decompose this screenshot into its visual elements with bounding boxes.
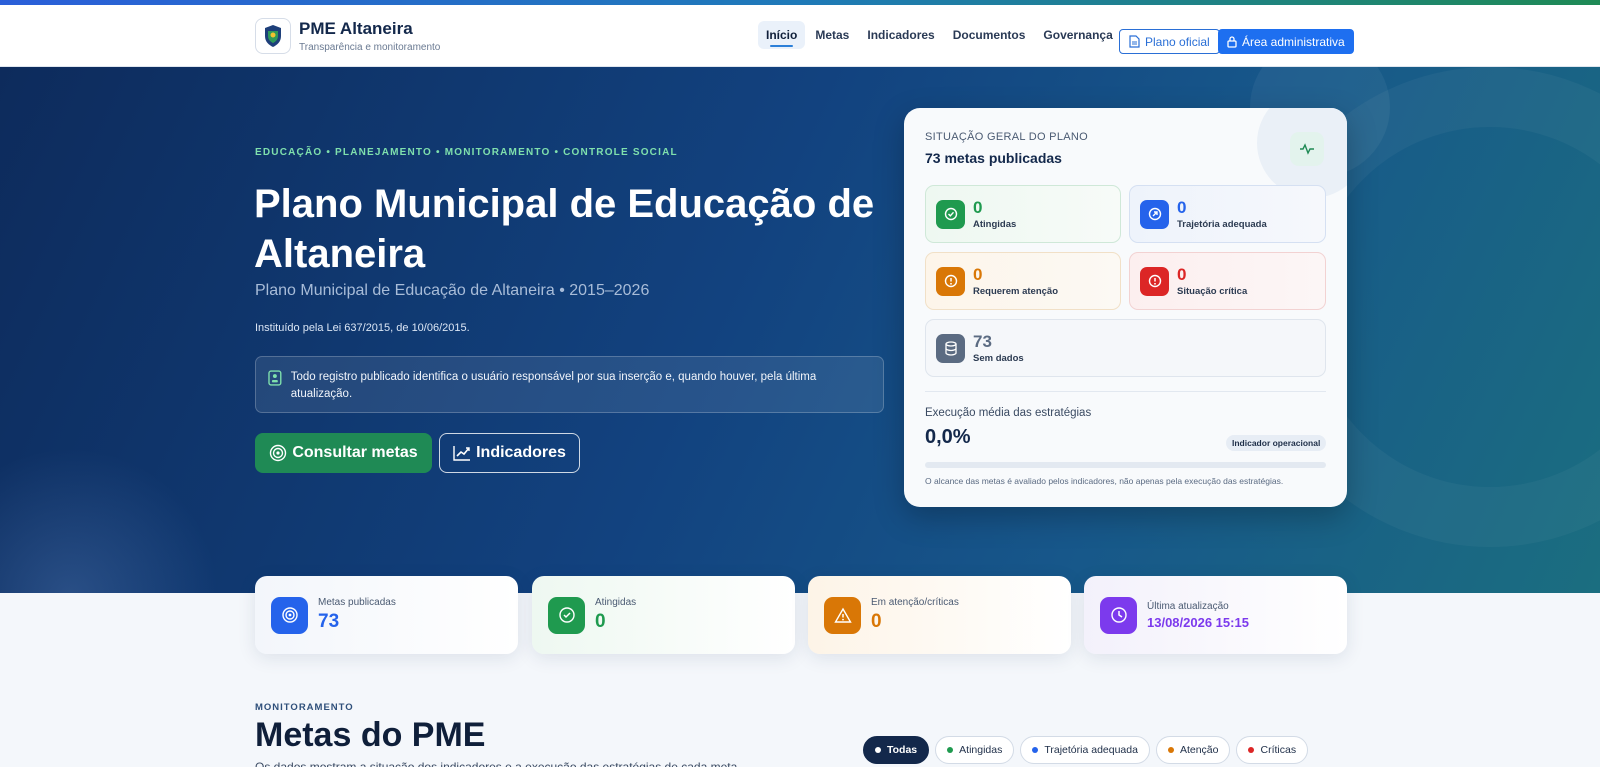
warning-triangle-icon	[824, 596, 861, 634]
check-circle-icon	[548, 596, 585, 634]
status-filter-group: Todas Atingidas Trajetória adequada Aten…	[863, 736, 1314, 764]
municipal-crest-logo	[255, 18, 291, 54]
nav-inicio[interactable]: Início	[758, 21, 806, 49]
alert-circle-icon	[936, 266, 965, 296]
id-badge-icon	[268, 370, 282, 386]
section-eyebrow: MONITORAMENTO	[255, 702, 354, 713]
summary-atingidas: Atingidas 0	[532, 576, 795, 654]
trend-chart-icon	[453, 446, 471, 461]
summary-value: 0	[871, 611, 882, 632]
tile-label: Trajetória adequada	[1177, 219, 1267, 230]
filter-label: Atenção	[1179, 744, 1219, 756]
hero-section: EDUCAÇÃO • PLANEJAMENTO • MONITORAMENTO …	[0, 67, 1600, 593]
filter-todas[interactable]: Todas	[863, 736, 930, 764]
execution-note: O alcance das metas é avaliado pelos ind…	[925, 476, 1284, 486]
execution-label: Execução média das estratégias	[925, 407, 1092, 419]
filter-dot	[875, 747, 881, 753]
summary-label: Última atualização	[1147, 600, 1229, 612]
tile-label: Atingidas	[973, 219, 1017, 230]
alert-octagon-icon	[1140, 266, 1169, 296]
summary-atencao-criticas: Em atenção/críticas 0	[808, 576, 1071, 654]
filter-atingidas[interactable]: Atingidas	[935, 736, 1015, 764]
tile-atencao: 0 Requerem atenção	[925, 252, 1121, 310]
filter-criticas[interactable]: Críticas	[1236, 736, 1309, 764]
filter-trajetoria-adequada[interactable]: Trajetória adequada	[1020, 736, 1150, 764]
plano-oficial-label: Plano oficial	[1145, 34, 1210, 49]
tile-value: 0	[1177, 265, 1187, 284]
summary-ultima-atualizacao: Última atualização 13/08/2026 15:15	[1084, 576, 1347, 654]
summary-value: 73	[318, 611, 340, 632]
filter-dot	[1248, 747, 1255, 753]
filter-dot	[947, 747, 954, 753]
check-circle-icon	[936, 199, 965, 229]
filter-atencao[interactable]: Atenção	[1155, 736, 1231, 764]
tile-critica: 0 Situação crítica	[1129, 252, 1326, 310]
brand[interactable]: PME Altaneira Transparência e monitorame…	[255, 18, 440, 54]
target-icon	[270, 444, 287, 462]
filter-dot	[1032, 747, 1039, 753]
nav-governanca[interactable]: Governança	[1035, 21, 1120, 49]
lock-icon	[1227, 36, 1237, 48]
database-icon	[936, 333, 965, 363]
filter-label: Atingidas	[959, 744, 1003, 756]
notice-text: Todo registro publicado identifica o usu…	[290, 371, 817, 400]
section-description: Os dados mostram a situação dos indicado…	[255, 760, 741, 767]
filter-label: Críticas	[1260, 744, 1297, 756]
tile-trajetoria: 0 Trajetória adequada	[1129, 185, 1326, 243]
filter-label: Trajetória adequada	[1044, 744, 1138, 756]
nav-indicadores[interactable]: Indicadores	[859, 21, 942, 49]
indicadores-button[interactable]: Indicadores	[439, 433, 580, 473]
target-icon	[271, 596, 308, 634]
pulse-icon	[1290, 132, 1324, 166]
consultar-metas-button[interactable]: Consultar metas	[255, 433, 432, 473]
tile-label: Situação crítica	[1177, 286, 1248, 297]
hero-glow-decoration	[0, 447, 220, 593]
summary-label: Em atenção/críticas	[871, 597, 959, 608]
indicadores-label: Indicadores	[476, 444, 566, 461]
plano-oficial-button[interactable]: Plano oficial	[1119, 29, 1220, 54]
summary-value: 0	[595, 611, 606, 632]
consultar-metas-label: Consultar metas	[292, 444, 418, 461]
site-header: PME Altaneira Transparência e monitorame…	[0, 5, 1600, 67]
brand-name: PME Altaneira	[299, 18, 413, 38]
hero-subtitle: Plano Municipal de Educação de Altaneira…	[255, 282, 650, 299]
tile-label: Sem dados	[973, 353, 1024, 364]
main-nav: Início Metas Indicadores Documentos Gove…	[758, 21, 1123, 49]
filter-dot	[1167, 747, 1174, 753]
tile-value: 0	[1177, 198, 1187, 217]
area-administrativa-label: Área administrativa	[1242, 34, 1345, 49]
tile-value: 73	[973, 332, 992, 351]
operational-indicator-badge: Indicador operacional	[1226, 435, 1327, 451]
tile-sem-dados: 73 Sem dados	[925, 319, 1326, 377]
filter-label: Todas	[887, 744, 918, 756]
hero-title: Plano Municipal de Educação de Altaneira	[254, 182, 875, 276]
card-divider	[925, 391, 1326, 392]
execution-value: 0,0%	[925, 426, 971, 448]
execution-progress-bar	[925, 462, 1326, 468]
tile-label: Requerem atenção	[973, 286, 1059, 297]
section-title: Metas do PME	[255, 716, 486, 754]
nav-metas[interactable]: Metas	[807, 21, 857, 49]
arrow-up-right-icon	[1140, 199, 1169, 229]
card-count: 73 metas publicadas	[925, 150, 1062, 166]
card-label: SITUAÇÃO GERAL DO PLANO	[925, 131, 1088, 143]
summary-label: Metas publicadas	[318, 597, 396, 608]
summary-value: 13/08/2026 15:15	[1147, 614, 1249, 630]
document-icon	[1129, 35, 1140, 48]
tile-value: 0	[973, 265, 983, 284]
summary-metas-publicadas: Metas publicadas 73	[255, 576, 518, 654]
plan-status-card: SITUAÇÃO GERAL DO PLANO 73 metas publica…	[904, 108, 1347, 507]
brand-subtitle: Transparência e monitoramento	[299, 41, 441, 53]
tile-value: 0	[973, 198, 983, 217]
nav-documentos[interactable]: Documentos	[945, 21, 1034, 49]
hero-law-text: Instituído pela Lei 637/2015, de 10/06/2…	[255, 322, 470, 334]
summary-label: Atingidas	[595, 597, 637, 608]
area-administrativa-button[interactable]: Área administrativa	[1218, 29, 1354, 54]
clock-icon	[1100, 596, 1137, 634]
hero-eyebrow: EDUCAÇÃO • PLANEJAMENTO • MONITORAMENTO …	[255, 147, 678, 158]
accountability-notice: Todo registro publicado identifica o usu…	[255, 356, 884, 413]
tile-atingidas: 0 Atingidas	[925, 185, 1121, 243]
